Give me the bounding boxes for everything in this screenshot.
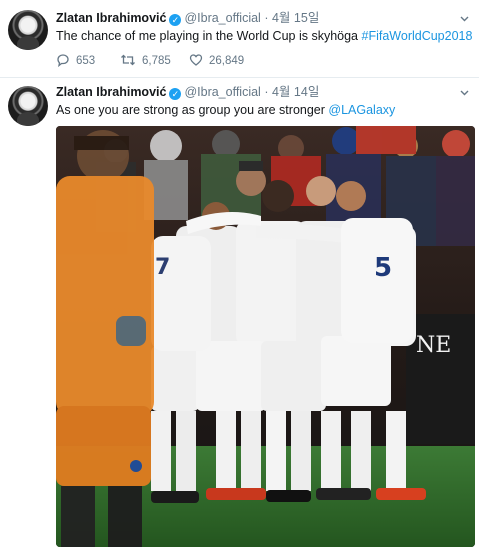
- retweet-button[interactable]: 6,785: [120, 53, 171, 69]
- verified-badge-icon: ✓: [169, 14, 182, 26]
- author-handle[interactable]: @Ibra_official: [184, 11, 260, 25]
- mention-link[interactable]: @LAGalaxy: [328, 103, 395, 117]
- tweet-date[interactable]: 4월 15일: [272, 11, 319, 25]
- tweet-photo[interactable]: NE 7 5: [56, 126, 475, 547]
- retweet-count: 6,785: [142, 55, 171, 67]
- reply-count: 653: [76, 55, 96, 67]
- chevron-down-icon[interactable]: [460, 88, 469, 97]
- separator: ·: [264, 11, 269, 25]
- chevron-down-icon[interactable]: [460, 14, 469, 23]
- like-icon: [189, 54, 203, 66]
- author-handle[interactable]: @Ibra_official: [184, 85, 260, 99]
- author-name[interactable]: Zlatan Ibrahimović: [56, 11, 166, 25]
- tweet-body: As one you are strong as group you are s…: [56, 103, 325, 117]
- like-count: 26,849: [209, 55, 245, 67]
- verified-badge-icon: ✓: [169, 88, 182, 100]
- team-celebration-photo: NE 7 5: [56, 126, 475, 547]
- tweet-text: The chance of me playing in the World Cu…: [56, 28, 472, 44]
- avatar[interactable]: [8, 10, 48, 50]
- tweet-body: The chance of me playing in the World Cu…: [56, 29, 359, 43]
- tweet-header: Zlatan Ibrahimović ✓ @Ibra_official · 4월 1…: [56, 11, 319, 26]
- tweet-date[interactable]: 4월 14일: [272, 85, 319, 99]
- tweet-header: Zlatan Ibrahimović ✓ @Ibra_official · 4월 1…: [56, 85, 319, 100]
- jersey-number-left: 7: [155, 255, 170, 280]
- like-button[interactable]: 26,849: [189, 53, 244, 69]
- stadium-sign-text: NE: [416, 333, 451, 358]
- jersey-number-right: 5: [374, 253, 392, 283]
- hashtag-link[interactable]: #FifaWorldCup2018: [362, 29, 473, 43]
- reply-button[interactable]: 653: [56, 53, 95, 69]
- retweet-icon: [121, 54, 135, 66]
- separator: ·: [264, 85, 269, 99]
- avatar[interactable]: [8, 86, 48, 126]
- tweet-2[interactable]: Zlatan Ibrahimović ✓ @Ibra_official · 4월 1…: [0, 78, 479, 550]
- tweet-text: As one you are strong as group you are s…: [56, 102, 395, 118]
- reply-icon: [57, 54, 69, 68]
- author-name[interactable]: Zlatan Ibrahimović: [56, 85, 166, 99]
- tweet-1[interactable]: Zlatan Ibrahimović ✓ @Ibra_official · 4월 1…: [0, 0, 479, 78]
